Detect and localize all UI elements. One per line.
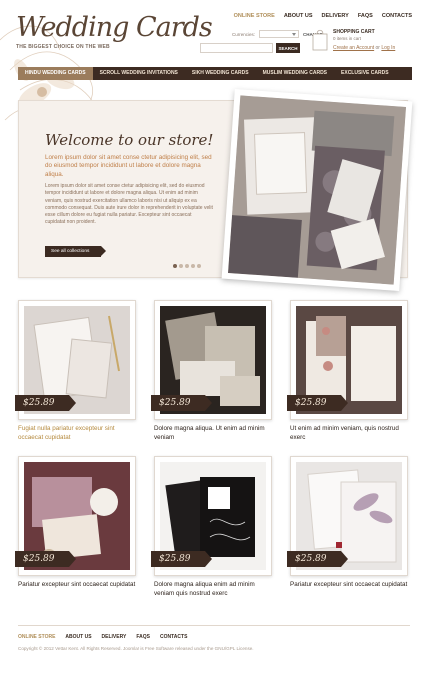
product-title[interactable]: Dolore magna aliqua enim ad minim veniam… xyxy=(154,581,272,598)
product-card: $25.89 Fugiat nulla pariatur excepteur s… xyxy=(15,300,136,442)
logo-tagline: THE BIGGEST CHOICE ON THE WEB xyxy=(16,44,110,50)
currency-dropdown[interactable] xyxy=(259,30,300,38)
slider-dot[interactable] xyxy=(191,264,195,268)
price-tag: $25.89 xyxy=(151,395,211,411)
slider-dot[interactable] xyxy=(173,264,177,268)
footer-nav: ONLINE STORE ABOUT US DELIVERY FAQS CONT… xyxy=(18,634,187,640)
footer-nav-faqs[interactable]: FAQS xyxy=(136,634,150,640)
price-tag: $25.89 xyxy=(287,551,347,567)
search-input[interactable] xyxy=(200,43,273,53)
footer-nav-contacts[interactable]: CONTACTS xyxy=(160,634,187,640)
product-image[interactable]: $25.89 xyxy=(287,300,408,420)
slider-lead-text: Lorem ipsum dolor sit amet conse ctetur … xyxy=(45,154,212,178)
logo-text: Wedding Cards xyxy=(16,12,213,43)
product-image[interactable]: $25.89 xyxy=(15,300,136,420)
welcome-heading: Welcome to our store! xyxy=(45,131,214,149)
price-tag: $25.89 xyxy=(15,395,75,411)
main-nav-exclusive[interactable]: EXCLUSIVE CARDS xyxy=(334,67,396,80)
main-nav-scroll[interactable]: SCROLL WEDDING INVITATIONS xyxy=(93,67,185,80)
see-all-collections-button[interactable]: See all collections xyxy=(45,246,106,257)
or-text: or xyxy=(375,45,380,51)
footer-nav-delivery[interactable]: DELIVERY xyxy=(102,634,127,640)
main-nav-sikh[interactable]: SIKH WEDDING CARDS xyxy=(185,67,256,80)
currency-selector: Currencies: CHANGE xyxy=(232,30,323,38)
search-button[interactable]: SEARCH xyxy=(276,43,300,53)
price-tag: $25.89 xyxy=(15,551,75,567)
main-nav-muslim[interactable]: MUSLIM WEDDING CARDS xyxy=(256,67,334,80)
product-image[interactable]: $25.89 xyxy=(151,456,272,576)
product-title[interactable]: Dolore magna aliqua. Ut enim ad minim ve… xyxy=(154,425,272,442)
top-nav-faqs[interactable]: FAQS xyxy=(358,13,373,19)
wedding-card-photo xyxy=(227,95,407,285)
product-title[interactable]: Ut enim ad minim veniam, quis nostrud ex… xyxy=(290,425,408,442)
slider-dot[interactable] xyxy=(179,264,183,268)
product-card: $25.89 Dolore magna aliqua. Ut enim ad m… xyxy=(151,300,272,442)
top-nav: ONLINE STORE ABOUT US DELIVERY FAQS CONT… xyxy=(234,13,412,19)
product-card: $25.89 Dolore magna aliqua enim ad minim… xyxy=(151,456,272,598)
search-bar: SEARCH xyxy=(200,43,300,53)
top-nav-online-store[interactable]: ONLINE STORE xyxy=(234,13,275,19)
cart-item-count: 0 items in cart xyxy=(333,36,362,41)
currencies-label: Currencies: xyxy=(232,31,256,37)
create-account-link[interactable]: Create an Account xyxy=(333,45,374,51)
cart-title: SHOPPING CART xyxy=(333,29,375,35)
footer-divider xyxy=(18,625,410,626)
product-image[interactable]: $25.89 xyxy=(151,300,272,420)
price-tag: $25.89 xyxy=(287,395,347,411)
footer-nav-about-us[interactable]: ABOUT US xyxy=(65,634,91,640)
main-nav: HINDU WEDDING CARDS SCROLL WEDDING INVIT… xyxy=(18,67,412,80)
account-links: Create an Account or Log In xyxy=(333,45,395,51)
top-nav-about-us[interactable]: ABOUT US xyxy=(284,13,313,19)
footer-nav-online-store[interactable]: ONLINE STORE xyxy=(18,634,55,640)
shopping-bag-icon[interactable] xyxy=(312,28,328,51)
copyright-text: Copyright © 2012 Vettar Kent. All Rights… xyxy=(18,646,254,651)
product-title[interactable]: Fugiat nulla pariatur excepteur sint occ… xyxy=(18,425,136,442)
product-title[interactable]: Pariatur excepteur sint occaecat cupidat… xyxy=(18,581,136,590)
slider-dot[interactable] xyxy=(197,264,201,268)
price-tag: $25.89 xyxy=(151,551,211,567)
login-link[interactable]: Log In xyxy=(381,45,395,51)
product-title[interactable]: Pariatur excepteur sint occaecat cupidat… xyxy=(290,581,408,590)
product-card: $25.89 Ut enim ad minim veniam, quis nos… xyxy=(287,300,408,442)
slider-body-text: Lorem ipsum dolor sit amet conse ctetur … xyxy=(45,183,213,226)
product-image[interactable]: $25.89 xyxy=(15,456,136,576)
slider-dot[interactable] xyxy=(185,264,189,268)
slider-photo xyxy=(221,89,413,291)
product-card: $25.89 Pariatur excepteur sint occaecat … xyxy=(15,456,136,590)
top-nav-contacts[interactable]: CONTACTS xyxy=(382,13,412,19)
logo[interactable]: Wedding Cards THE BIGGEST CHOICE ON THE … xyxy=(16,12,213,50)
product-image[interactable]: $25.89 xyxy=(287,456,408,576)
product-card: $25.89 Pariatur excepteur sint occaecat … xyxy=(287,456,408,590)
slider-pagination xyxy=(173,264,201,268)
top-nav-delivery[interactable]: DELIVERY xyxy=(322,13,349,19)
shopping-cart: SHOPPING CART 0 items in cart Create an … xyxy=(312,28,412,54)
main-nav-hindu[interactable]: HINDU WEDDING CARDS xyxy=(18,67,93,80)
